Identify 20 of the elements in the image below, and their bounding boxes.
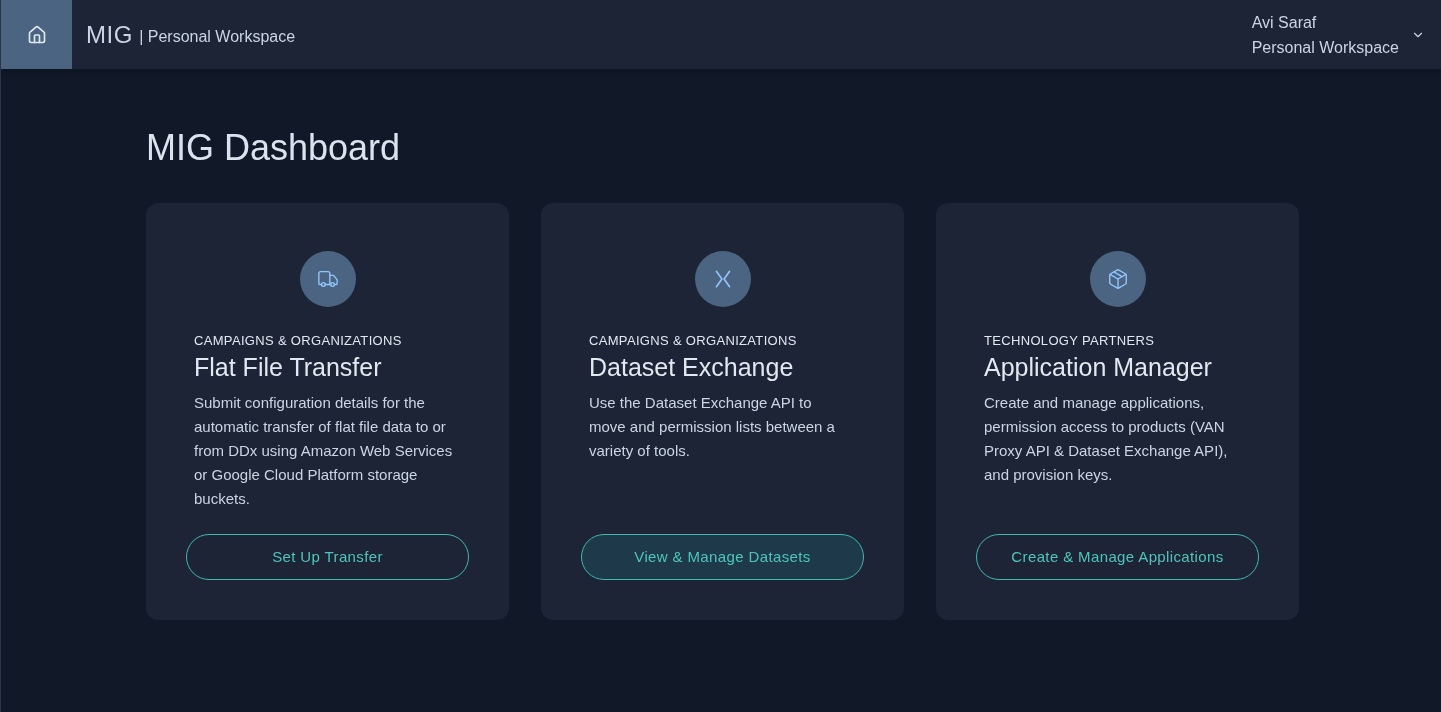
card-category: CAMPAIGNS & ORGANIZATIONS	[194, 332, 403, 350]
card-action-button[interactable]: View & Manage Datasets	[581, 534, 864, 580]
card-category: TECHNOLOGY PARTNERS	[984, 332, 1156, 350]
page-title: MIG Dashboard	[146, 126, 402, 170]
card-title: Flat File Transfer	[194, 351, 383, 383]
card-category: CAMPAIGNS & ORGANIZATIONS	[589, 332, 798, 350]
user-workspace: Personal Workspace	[1251, 37, 1399, 58]
home-icon	[26, 24, 47, 45]
card-title: Dataset Exchange	[589, 351, 795, 383]
box-icon	[1106, 268, 1129, 290]
workspace-label: | Personal Workspace	[139, 26, 296, 47]
user-name: Avi Saraf	[1251, 12, 1318, 33]
home-button[interactable]	[1, 0, 72, 69]
truck-icon	[316, 268, 339, 290]
card-description: Create and manage applications, permission access to products (VAN Proxy API & Dataset Exchange API), and provision keys.	[984, 392, 1229, 485]
user-menu[interactable]: Avi Saraf Personal Workspace	[1251, 9, 1425, 60]
card-description: Use the Dataset Exchange API to move and permission lists between a variety of tools.	[589, 392, 836, 461]
card-description: Submit configuration details for the automatic transfer of flat file data to or from DDx using Amazon Web Services or Google Cloud Platform storage buckets.	[194, 392, 454, 509]
card-title: Application Manager	[984, 351, 1213, 383]
brand-name: MIG	[86, 19, 134, 50]
